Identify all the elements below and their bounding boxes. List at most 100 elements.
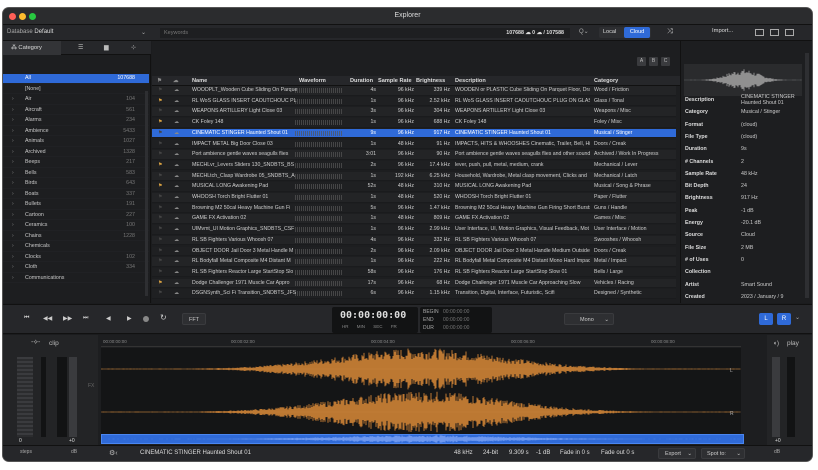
folder-icon[interactable]: ▆ (104, 44, 109, 51)
play-volume-fader[interactable] (772, 357, 780, 437)
expand-chevron-icon[interactable]: › (12, 179, 14, 189)
expand-chevron-icon[interactable]: › (12, 263, 14, 273)
flag-icon[interactable]: ⚑ (158, 118, 163, 127)
tab-category[interactable]: ⁂ Category (3, 41, 61, 55)
layout-left-icon[interactable] (755, 29, 764, 36)
table-row[interactable]: ⚑ ☁ RL Bodyfall Metal Composite M4 Distant… (152, 257, 676, 267)
metadata-value[interactable]: Smart Sound (741, 282, 805, 288)
letter-filter-button[interactable]: B (649, 57, 658, 66)
table-row[interactable]: ⚑ ☁ OBJECT DOOR Jail Door 3 Metal Handle M… (152, 246, 676, 257)
flag-icon[interactable]: ⚑ (158, 268, 163, 277)
flag-icon[interactable]: ⚑ (158, 182, 163, 191)
flag-icon[interactable]: ⚑ (158, 225, 163, 234)
metadata-value[interactable]: Cloud (741, 232, 805, 238)
flag-icon[interactable]: ⚑ (158, 161, 163, 170)
sidebar-item[interactable]: › Birds 643 (3, 179, 149, 189)
time-ruler[interactable]: 00:00:00:00 00:00:02:00 00:00:04:00 00:0… (101, 337, 741, 347)
flag-icon[interactable]: ⚑ (158, 257, 163, 266)
database-chevron-icon[interactable]: ⌄ (141, 29, 146, 36)
table-row[interactable]: ⚑ ☁ WOODPLT_Wooden Cube Sliding On Parque 4… (152, 86, 676, 96)
table-row[interactable]: ⚑ ☁ CINEMATIC STINGER Haunted Shout 01 9s 96… (152, 128, 676, 139)
table-row[interactable]: ⚑ ☁ RL WoS GLASS INSERT CAOUTCHOUC PL 1s 96 … (152, 96, 676, 107)
channel-chevron-icon[interactable]: ⌄ (795, 314, 800, 321)
expand-chevron-icon[interactable]: › (12, 106, 14, 116)
metadata-scrollbar[interactable] (805, 53, 809, 298)
metadata-value[interactable]: 0 (741, 257, 805, 263)
export-button[interactable]: Export ⌄ (658, 448, 696, 459)
expand-chevron-icon[interactable]: › (12, 190, 14, 200)
sidebar-item[interactable]: › Cloth 334 (3, 263, 149, 273)
sidebar-item[interactable]: › Ambience 5433 (3, 127, 149, 137)
play-button[interactable]: ▶ (127, 315, 132, 322)
layout-bottom-icon[interactable] (770, 29, 779, 36)
waveform-canvas[interactable] (100, 348, 741, 434)
table-row[interactable]: ⚑ ☁ RL SB Fighters Reactor Large StartStop… (152, 267, 676, 278)
expand-chevron-icon[interactable]: › (12, 211, 14, 221)
metadata-value[interactable]: -1 dB (741, 208, 805, 214)
expand-chevron-icon[interactable]: › (12, 232, 14, 242)
db-fader[interactable] (69, 357, 77, 437)
table-row[interactable]: ⚑ ☁ IMPACT METAL Big Door Close 03 1s 48 kHz… (152, 139, 676, 150)
metadata-value[interactable]: 9s (741, 146, 805, 152)
metadata-value[interactable]: (cloud) (741, 134, 805, 140)
flag-icon[interactable]: ⚑ (158, 236, 163, 245)
table-row[interactable]: ⚑ ☁ UIMvmt_UI Motion Graphics_SNDBTS_CSF 1s… (152, 225, 676, 235)
metadata-value[interactable]: 48 kHz (741, 171, 805, 177)
sidebar-item[interactable]: › Bells 583 (3, 169, 149, 179)
sidebar-item[interactable]: › Bullets 191 (3, 200, 149, 210)
expand-chevron-icon[interactable]: › (12, 169, 14, 179)
expand-chevron-icon[interactable]: › (12, 253, 14, 263)
sidebar-item[interactable]: › Chemicals (3, 242, 149, 252)
flag-icon[interactable]: ⚑ (158, 172, 163, 181)
expand-chevron-icon[interactable]: › (12, 137, 14, 147)
flag-icon[interactable]: ⚑ (158, 279, 163, 288)
metadata-value[interactable]: -20.1 dB (741, 220, 805, 226)
flag-icon[interactable]: ⚑ (158, 204, 163, 213)
sidebar-item[interactable]: › Animals 1027 (3, 137, 149, 147)
flag-icon[interactable]: ⚑ (158, 193, 163, 202)
skip-end-button[interactable]: ⏭ (83, 315, 88, 322)
sidebar-item[interactable]: › Beeps 217 (3, 158, 149, 168)
previous-button[interactable]: ◀ (106, 315, 111, 322)
metadata-value[interactable]: 2 (741, 159, 805, 165)
steps-fader[interactable] (17, 357, 33, 437)
sidebar-item[interactable]: All 107688 (3, 74, 149, 84)
metadata-value[interactable]: 24 (741, 183, 805, 189)
table-row[interactable]: ⚑ ☁ MECHLtch_Clasp Wardrobe 05_SNDBTS_A 1s 1… (152, 171, 676, 182)
cloud-column-icon[interactable]: ☁ (173, 76, 179, 86)
sidebar-item[interactable]: › Chains 1228 (3, 232, 149, 242)
layout-right-icon[interactable] (785, 29, 794, 36)
network-icon[interactable]: ⊹ (131, 44, 136, 51)
list-icon[interactable]: ☰ (78, 44, 83, 51)
search-input[interactable]: Keywords 107688 ☁ 0 ☁ / 107588 (160, 28, 570, 38)
flag-icon[interactable]: ⚑ (158, 140, 163, 149)
sidebar-item[interactable]: [None] (3, 85, 149, 95)
table-row[interactable]: ⚑ ☁ Port ambience gentle waves seagulls fl… (152, 150, 676, 160)
table-row[interactable]: ⚑ ☁ GAME FX Activation 02 1s 48 kHz 809 Hz GAM… (152, 214, 676, 224)
table-row[interactable]: ⚑ ☁ WEAPONS ARTILLERY Light Close 03 3s 96 k… (152, 107, 676, 117)
tools-icon[interactable]: ⚙‹ (109, 449, 118, 457)
rewind-button[interactable]: ◀◀ (43, 315, 52, 322)
sidebar-item[interactable]: › Ceramics 100 (3, 221, 149, 231)
record-button[interactable] (143, 316, 149, 322)
flag-icon[interactable]: ⚑ (158, 129, 163, 138)
expand-chevron-icon[interactable]: › (12, 221, 14, 231)
right-channel-button[interactable]: R (777, 313, 791, 325)
sidebar-scrollbar[interactable] (145, 91, 148, 296)
sidebar-item[interactable]: › Archived 1328 (3, 148, 149, 158)
expand-chevron-icon[interactable]: › (12, 127, 14, 137)
expand-chevron-icon[interactable]: › (12, 116, 14, 126)
loop-icon[interactable]: ↻ (160, 313, 167, 322)
skip-start-button[interactable]: ⏮ (24, 315, 29, 322)
expand-chevron-icon[interactable]: › (12, 95, 14, 105)
flag-icon[interactable]: ⚑ (158, 214, 163, 223)
sidebar-item[interactable]: › Clocks 102 (3, 253, 149, 263)
metadata-value[interactable]: Musical / Stinger (741, 109, 805, 115)
local-button[interactable]: Local (603, 29, 616, 35)
table-row[interactable]: ⚑ ☁ DSGNSynth_Sci Fi Transition_SNDBTS_JFS… (152, 289, 676, 299)
fade-out-value[interactable]: Fade out 0 s (601, 450, 634, 456)
expand-chevron-icon[interactable]: › (12, 148, 14, 158)
sidebar-item[interactable]: › Cartoon 227 (3, 211, 149, 221)
expand-chevron-icon[interactable]: › (12, 158, 14, 168)
table-row[interactable]: ⚑ ☁ Dodge Challenger 1971 Muscle Car Appro… (152, 278, 676, 289)
